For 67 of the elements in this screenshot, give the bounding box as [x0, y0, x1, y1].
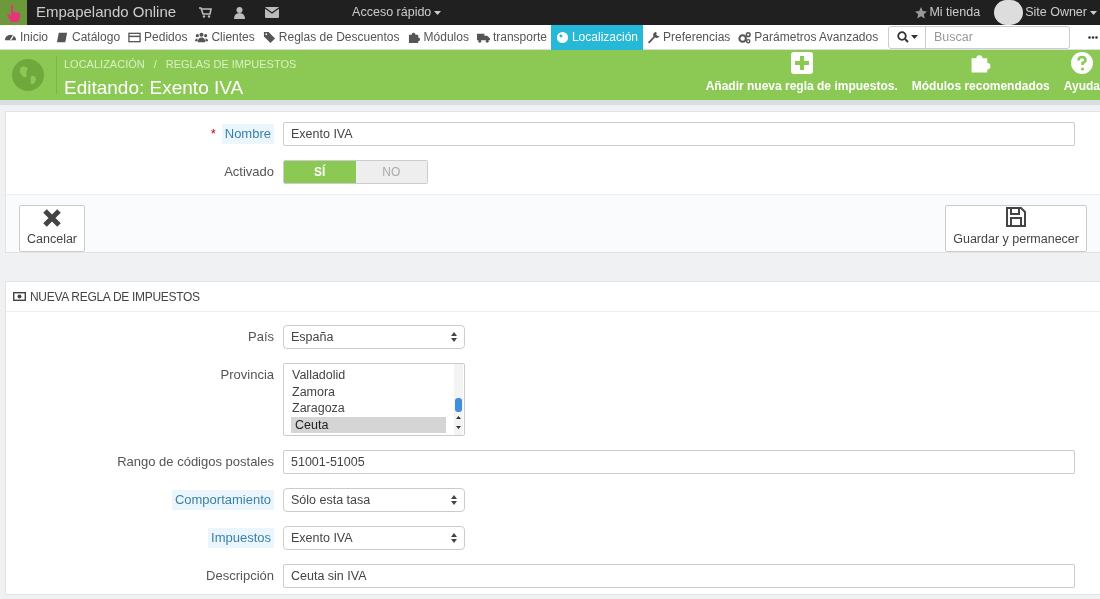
more-icon[interactable]	[1088, 35, 1098, 39]
breadcrumb-separator: /	[153, 57, 157, 72]
mail-icon[interactable]	[265, 7, 280, 18]
nav-tab[interactable]: Clientes	[191, 24, 259, 50]
caret-icon	[434, 10, 442, 15]
nav-tab[interactable]: Catálogo	[52, 24, 125, 50]
shop-name[interactable]: Empapelando Online	[36, 1, 177, 24]
gears-icon	[738, 30, 752, 44]
text-field[interactable]: Ceuta sin IVA	[283, 564, 1075, 588]
list-option[interactable]: Valladolid	[291, 367, 446, 384]
field-label: País	[248, 328, 274, 347]
caret-icon	[1090, 10, 1097, 15]
wrench-icon	[647, 30, 660, 44]
scrollbar-icon[interactable]	[454, 364, 463, 435]
search-field[interactable]: Buscar	[888, 25, 1070, 49]
list-box[interactable]: Valladolid Zamora Zaragoza Ceuta	[283, 363, 465, 436]
field-label: Provincia	[220, 366, 274, 385]
nav-tab[interactable]: Parámetros Avanzados	[734, 24, 883, 50]
users-icon	[195, 30, 209, 44]
search-input[interactable]: Buscar	[934, 27, 1064, 47]
globe-icon	[12, 59, 44, 91]
field-label: Rango de códigos postales	[117, 453, 274, 472]
puzzle-icon	[407, 30, 421, 44]
panel-title: NUEVA REGLA DE IMPUESTOS	[30, 288, 200, 306]
nav-tab[interactable]: Reglas de Descuentos	[258, 24, 404, 50]
user-icon[interactable]	[234, 6, 246, 19]
select-arrows-icon	[451, 332, 457, 342]
list-option[interactable]: Ceuta	[291, 416, 446, 433]
book-icon	[56, 30, 69, 44]
select-arrows-icon	[451, 495, 457, 505]
required-mark: *	[210, 125, 216, 144]
text-field[interactable]: 51001-51005	[283, 450, 1075, 474]
tag-icon	[262, 30, 276, 44]
save-button[interactable]: Guardar y permanecer	[945, 205, 1087, 252]
caret-icon	[910, 35, 918, 39]
money-icon	[13, 292, 26, 301]
quick-access-menu[interactable]: Acceso rápido	[352, 3, 442, 22]
page-title: Editando: Exento IVA	[64, 75, 245, 100]
nav-tab[interactable]: Inicio	[0, 24, 52, 50]
hint-label: Nombre	[221, 124, 274, 144]
nav-tab[interactable]: Módulos	[403, 24, 473, 50]
text-field[interactable]: Exento IVA	[283, 122, 1075, 146]
hint-label: Comportamiento	[171, 490, 274, 510]
search-icon	[896, 31, 909, 43]
close-icon	[42, 208, 62, 229]
select-field[interactable]: Exento IVA	[283, 526, 465, 550]
nav-tab[interactable]: Preferencias	[643, 24, 735, 50]
nav-tab[interactable]: Pedidos	[124, 24, 192, 50]
puzzle-icon	[969, 52, 992, 74]
nav-tab[interactable]: transporte	[472, 24, 551, 50]
select-field[interactable]: Sólo esta tasa	[283, 488, 465, 512]
star-icon[interactable]	[915, 6, 928, 19]
field-label: Descripción	[206, 567, 274, 586]
avatar-icon[interactable]	[994, 0, 1024, 25]
select-arrows-icon	[451, 533, 457, 543]
globe-icon	[555, 30, 569, 44]
select-field[interactable]: España	[283, 325, 465, 349]
my-shop-link[interactable]: Mi tienda	[929, 3, 981, 22]
cart-icon[interactable]	[199, 7, 213, 18]
field-label: Activado	[224, 163, 274, 182]
user-menu[interactable]: Site Owner	[1025, 3, 1097, 22]
credit-card-icon	[128, 30, 142, 44]
list-option[interactable]: Zamora	[291, 383, 446, 400]
save-icon	[1005, 206, 1028, 229]
cancel-button[interactable]: Cancelar	[19, 205, 86, 252]
list-option[interactable]: Zaragoza	[291, 400, 446, 417]
hint-label: Impuestos	[208, 528, 274, 548]
